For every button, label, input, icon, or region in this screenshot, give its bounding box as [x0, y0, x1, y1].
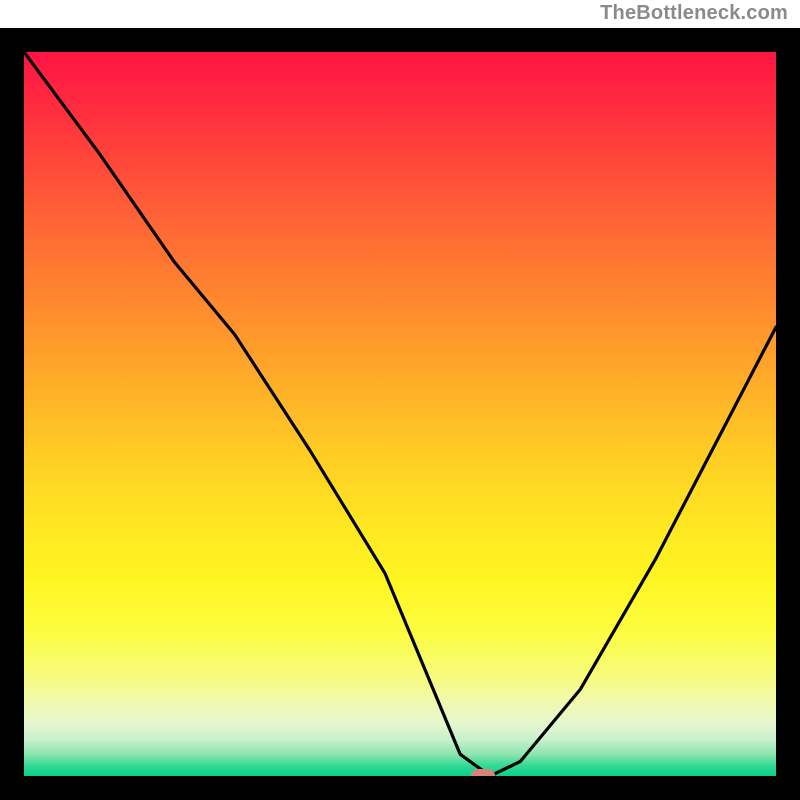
bottleneck-curve [24, 52, 776, 776]
optimal-point-marker [471, 769, 495, 776]
attribution-text: TheBottleneck.com [600, 2, 788, 25]
chart-frame [0, 28, 800, 800]
plot-area [24, 52, 776, 776]
